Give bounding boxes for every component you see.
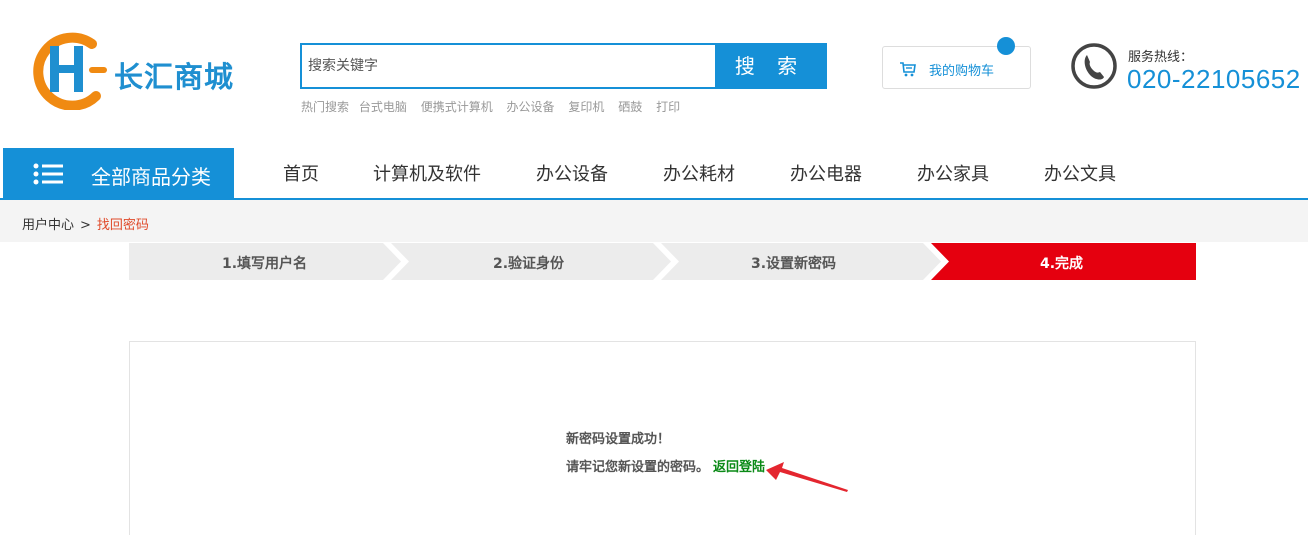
search-box: 搜 索: [300, 43, 827, 89]
page: 长汇商城 搜 索 热门搜索 台式电脑 便携式计算机 办公设备 复印机 硒鼓 打印…: [0, 0, 1308, 535]
nav-item-office-equipment[interactable]: 办公设备: [536, 160, 608, 186]
logo-text: 长汇商城: [114, 60, 235, 94]
hot-search-link[interactable]: 办公设备: [507, 100, 555, 114]
nav-item-office-furniture[interactable]: 办公家具: [917, 160, 989, 186]
hot-search-label: 热门搜索: [301, 100, 350, 114]
step-2-label: 2.验证身份: [493, 256, 565, 272]
hotline-label: 服务热线：: [1128, 50, 1194, 65]
nav-item-home[interactable]: 首页: [283, 160, 319, 186]
all-categories-button[interactable]: 全部商品分类: [3, 148, 234, 198]
nav-item-office-consumables[interactable]: 办公耗材: [663, 160, 735, 186]
all-categories-label: 全部商品分类: [91, 165, 211, 189]
phone-icon: [1071, 43, 1117, 89]
hot-search-link[interactable]: 便携式计算机: [421, 100, 493, 114]
hot-search-link[interactable]: 硒鼓: [618, 100, 642, 114]
hot-search-row: 热门搜索 台式电脑 便携式计算机 办公设备 复印机 硒鼓 打印: [301, 98, 690, 115]
hot-search-link[interactable]: 打印: [656, 100, 680, 114]
success-note: 请牢记您新设置的密码。: [566, 460, 710, 475]
hot-search-link[interactable]: 台式电脑: [359, 100, 407, 114]
back-to-login-link[interactable]: 返回登陆: [713, 456, 765, 475]
breadcrumb-user-center[interactable]: 用户中心: [22, 218, 74, 233]
red-arrow-annotation-icon: [766, 462, 848, 492]
hot-search-link[interactable]: 复印机: [568, 100, 604, 114]
step-3-label: 3.设置新密码: [751, 256, 837, 272]
breadcrumb-bar: 用户中心 > 找回密码: [0, 200, 1308, 242]
nav-item-computers-software[interactable]: 计算机及软件: [373, 160, 481, 186]
menu-icon: [33, 163, 63, 185]
step-1-label: 1.填写用户名: [222, 256, 308, 272]
success-title: 新密码设置成功！: [566, 432, 671, 447]
cart-label: 我的购物车: [929, 64, 995, 79]
breadcrumb: 用户中心 > 找回密码: [22, 214, 149, 233]
search-button[interactable]: 搜 索: [715, 45, 825, 87]
main-nav: 全部商品分类 首页 计算机及软件 办公设备 办公耗材 办公电器 办公家具 办公文…: [0, 148, 1308, 200]
cart-count-badge: [997, 37, 1015, 55]
step-4-label: 4.完成: [1040, 256, 1084, 272]
cart-icon: [900, 62, 916, 77]
nav-item-office-appliances[interactable]: 办公电器: [790, 160, 862, 186]
breadcrumb-separator: >: [80, 218, 91, 233]
search-input[interactable]: [302, 45, 716, 87]
progress-steps: 1.填写用户名 2.验证身份 3.设置新密码 4.完成: [129, 243, 1196, 280]
nav-item-office-stationery[interactable]: 办公文具: [1044, 160, 1116, 186]
hotline-number: 020-22105652: [1127, 64, 1301, 94]
breadcrumb-current: 找回密码: [96, 218, 149, 233]
